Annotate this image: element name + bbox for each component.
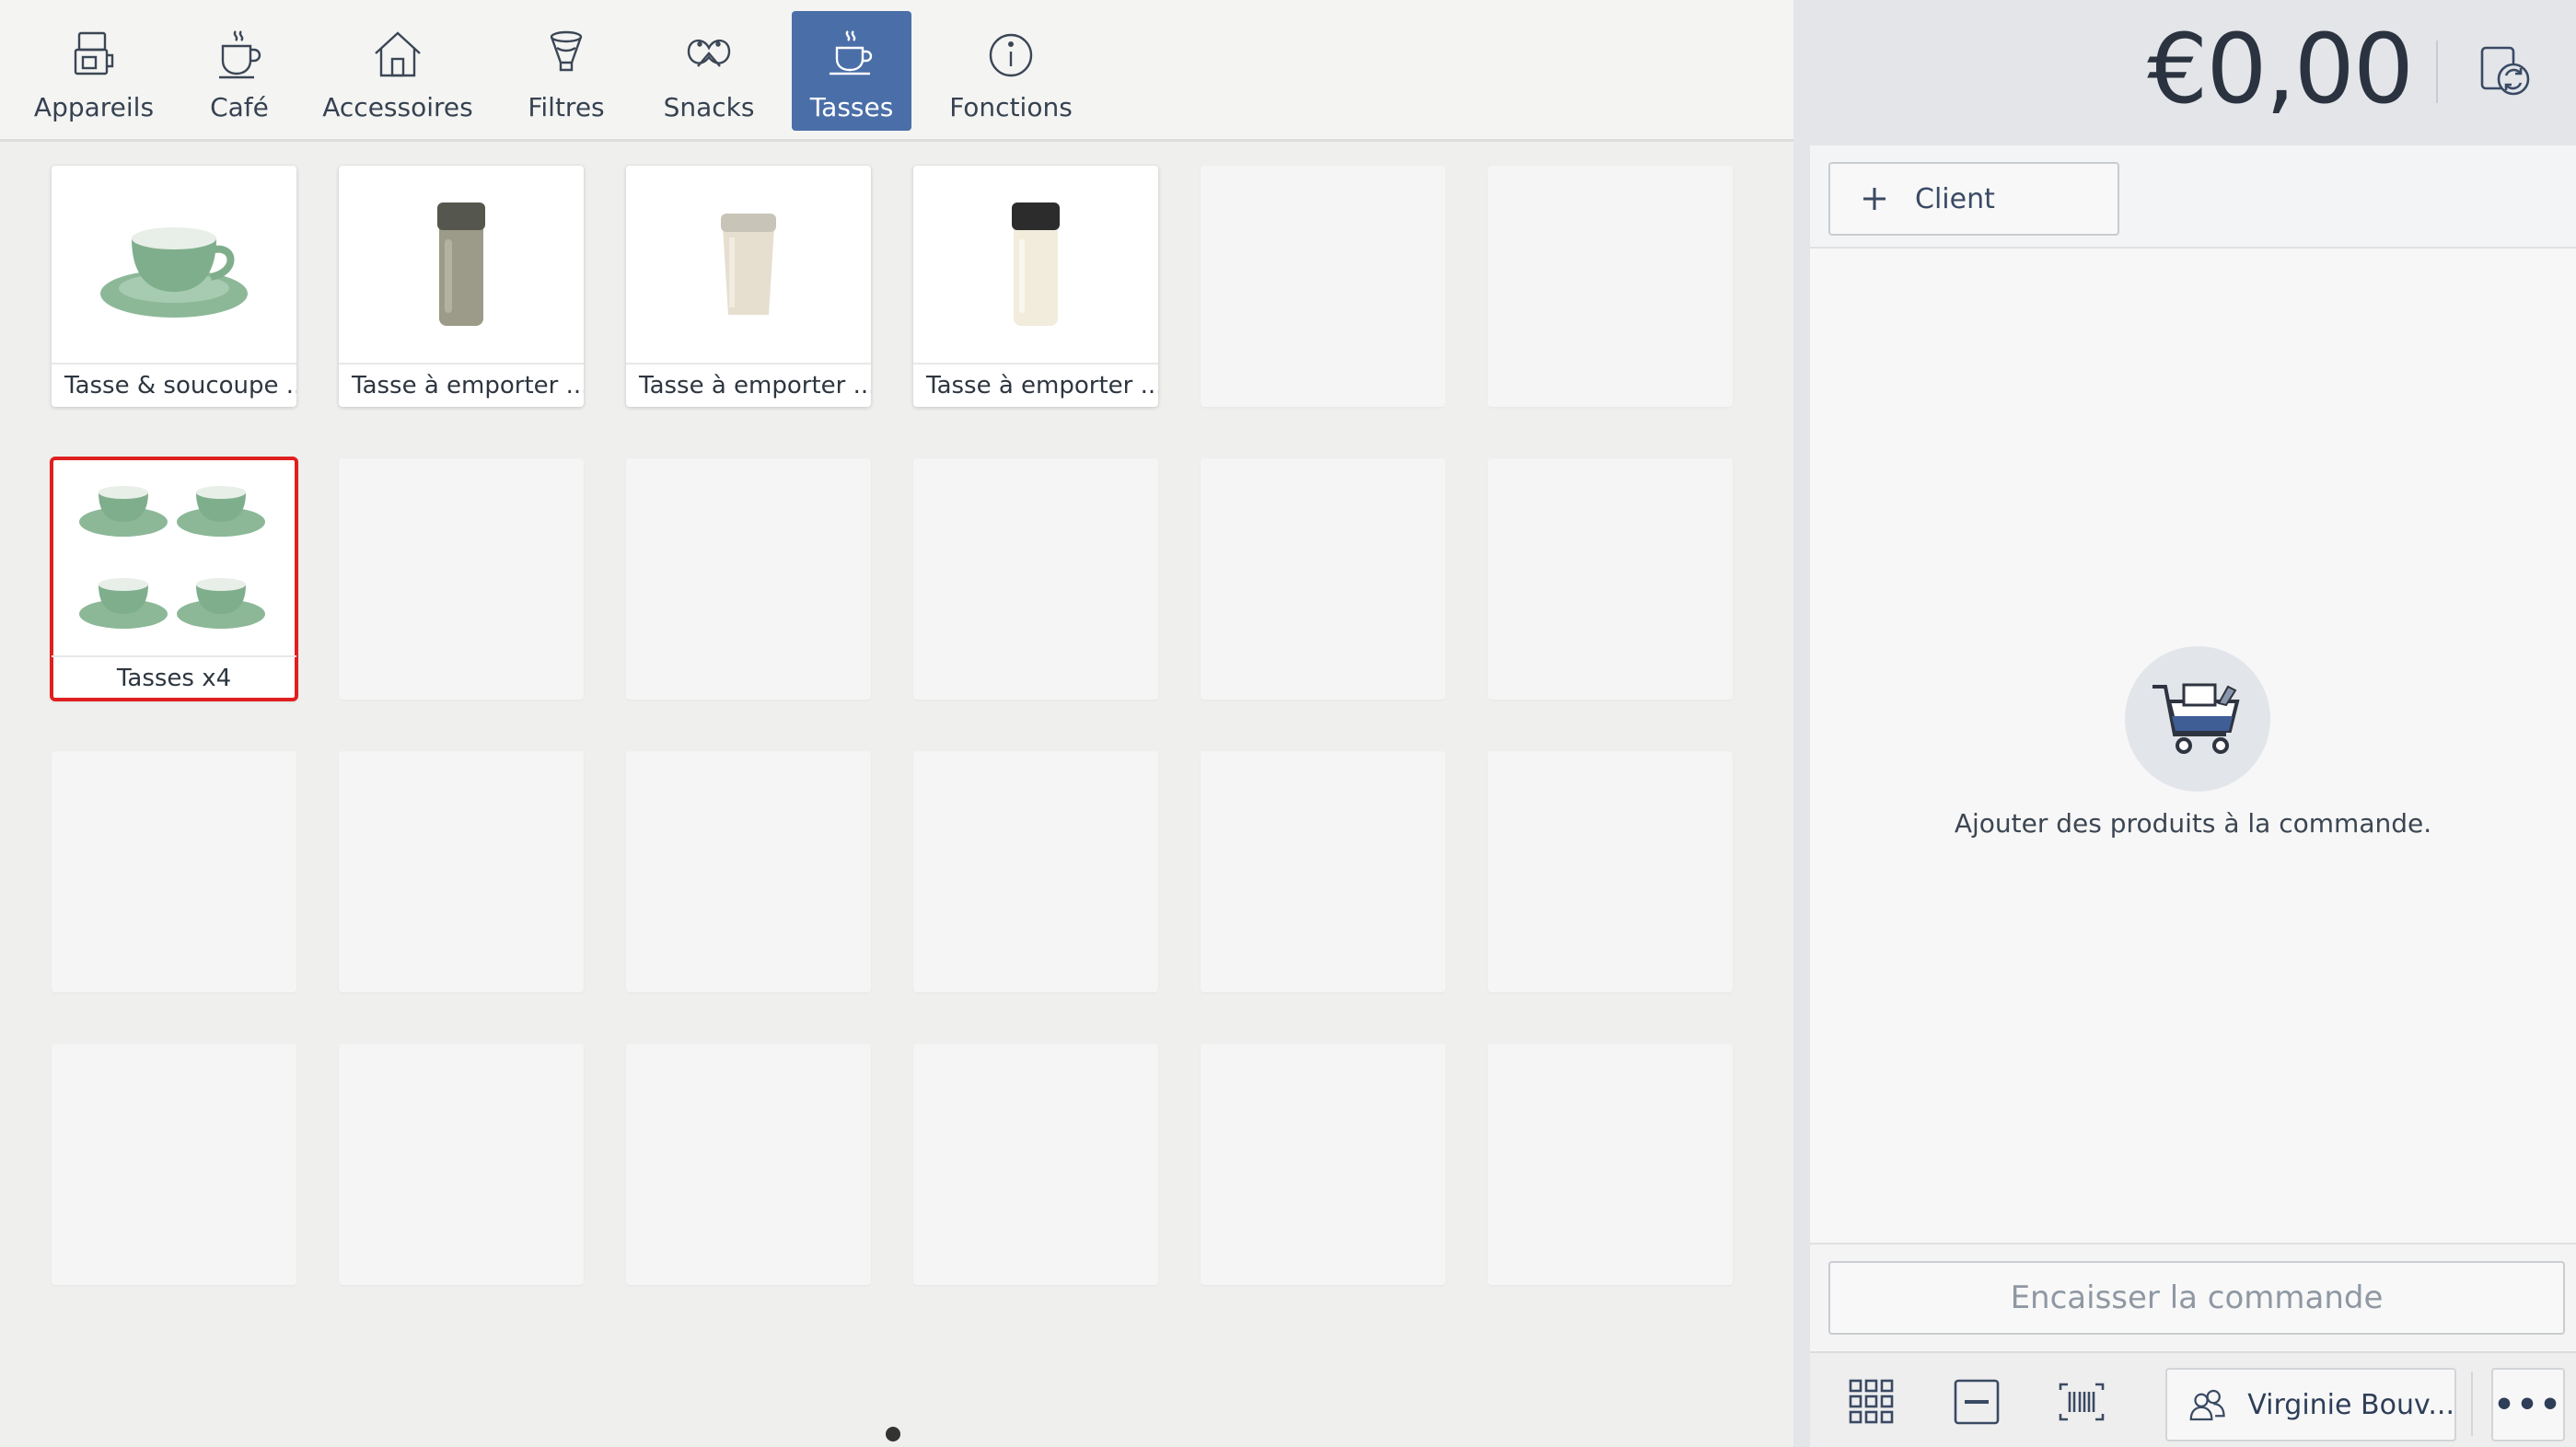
empty-tile [1488,166,1733,407]
separator [2471,1372,2473,1436]
tab-accessoires[interactable]: Accessoires [322,11,473,131]
empty-tile [339,751,584,992]
empty-tile [1488,1044,1733,1285]
client-label: Client [1915,182,1995,215]
order-panel: €0,00 Client Ajouter des produits à la c… [1810,0,2576,1447]
cream-tumbler-image [913,166,1158,363]
page-indicator-dot[interactable] [886,1427,900,1441]
filter-icon [539,28,594,83]
empty-tile [913,751,1158,992]
product-tile-tasses-x4[interactable]: Tasses x4 [50,457,298,701]
product-name: Tasse à emporter ... [913,363,1158,407]
empty-tile [339,458,584,700]
product-tile-tasse-emporter-2[interactable]: Tasse à emporter ... [626,166,871,407]
product-panel: Appareils Café Accessoires Filtres Snack… [0,0,1793,1447]
product-tile-tasse-emporter-1[interactable]: Tasse à emporter ... [339,166,584,407]
separator [2436,41,2438,103]
tab-filtres[interactable]: Filtres [516,11,617,131]
more-options-button[interactable]: ••• [2491,1368,2565,1441]
tab-fonctions[interactable]: Fonctions [948,11,1073,131]
panel-divider [1793,0,1810,1447]
device-icon [66,28,122,83]
order-list: Ajouter des produits à la commande. [1810,249,2576,1243]
users-icon [2189,1389,2225,1421]
category-tabbar: Appareils Café Accessoires Filtres Snack… [0,0,1793,142]
tab-label: Snacks [663,92,755,122]
add-client-button[interactable]: Client [1828,162,2119,236]
tab-label: Café [210,92,269,122]
tab-cafe[interactable]: Café [193,11,285,131]
barcode-scan-icon[interactable] [2057,1377,2106,1427]
empty-tile [1201,166,1445,407]
tab-label: Filtres [528,92,605,122]
empty-tile [913,1044,1158,1285]
tab-label: Accessoires [322,92,473,122]
tab-tasses[interactable]: Tasses [792,11,911,131]
tab-appareils[interactable]: Appareils [26,11,162,131]
tab-label: Appareils [33,92,155,122]
plus-icon [1863,188,1886,210]
order-total: €0,00 [2147,13,2414,125]
tab-label: Tasses [809,92,894,122]
info-icon [983,28,1039,83]
empty-cart-illustration [2125,646,2270,792]
product-tile-tasse-soucoupe[interactable]: Tasse & soucoupe ... [52,166,296,407]
empty-tile [1201,458,1445,700]
empty-tile [1201,751,1445,992]
empty-tile [1488,751,1733,992]
shopping-cart-icon [2152,683,2240,754]
empty-tile [339,1044,584,1285]
pretzel-icon [681,28,737,83]
green-cup-saucer-image [52,166,296,363]
four-green-cups-image [52,458,296,655]
cup-icon [824,28,879,83]
empty-tile [1201,1044,1445,1285]
checkout-button[interactable]: Encaisser la commande [1828,1261,2565,1335]
house-icon [370,28,425,83]
khaki-tumbler-image [339,166,584,363]
white-travel-cup-image [626,166,871,363]
total-bar: €0,00 [1810,0,2576,145]
empty-tile [52,1044,296,1285]
tab-label: Fonctions [949,92,1073,122]
coffee-cup-icon [212,28,267,83]
empty-tile [626,458,871,700]
empty-tile [913,458,1158,700]
minus-icon[interactable] [1952,1377,2002,1427]
empty-order-message: Ajouter des produits à la commande. [1954,808,2432,839]
currency-sync-icon[interactable] [2477,42,2535,101]
empty-tile [626,751,871,992]
product-name: Tasse à emporter ... [339,363,584,407]
grid-view-icon[interactable] [1847,1377,1897,1427]
bottom-toolbar: Virginie Bouv... ••• [1810,1351,2576,1447]
empty-tile [52,751,296,992]
product-name: Tasse à emporter ... [626,363,871,407]
checkout-area: Encaisser la commande [1810,1243,2576,1351]
user-switch-button[interactable]: Virginie Bouv... [2165,1368,2456,1441]
empty-tile [626,1044,871,1285]
product-name: Tasse & soucoupe ... [52,363,296,407]
product-name: Tasses x4 [52,655,296,700]
client-area: Client [1810,145,2576,249]
empty-tile [1488,458,1733,700]
tab-snacks[interactable]: Snacks [656,11,762,131]
user-name: Virginie Bouv... [2247,1388,2454,1421]
product-tile-tasse-emporter-3[interactable]: Tasse à emporter ... [913,166,1158,407]
